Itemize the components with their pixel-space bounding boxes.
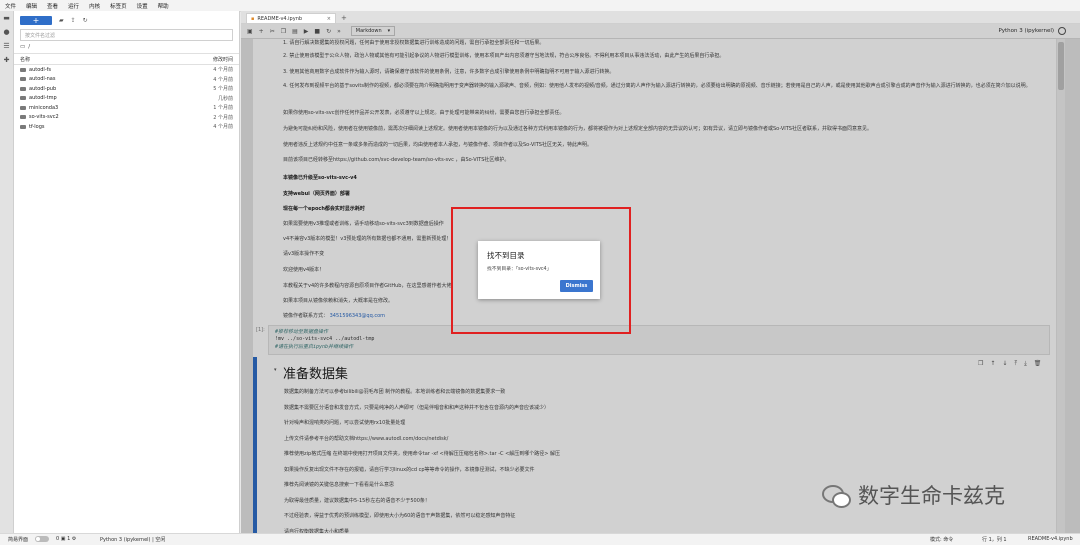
file-modified: 5 个月前: [213, 86, 233, 93]
file-list-item[interactable]: autodl-tmp 几秒前: [14, 94, 239, 104]
file-browser: + ▰ ⇪ ↻ 按文件名过滤 ▭ / 名称 修改时间 autodl-fs 4 个月…: [14, 11, 240, 533]
menu-item[interactable]: 运行: [63, 2, 84, 10]
file-list-item[interactable]: autodl-fs 4 个月前: [14, 65, 239, 75]
dismiss-button[interactable]: Dismiss: [560, 280, 593, 292]
folder-icon: [20, 67, 26, 72]
file-name: autodl-fs: [29, 66, 51, 73]
file-list: autodl-fs 4 个月前 autodl-nas 4 个月前 autodl-pub 5…: [14, 65, 239, 132]
file-name-cell: autodl-pub: [20, 86, 213, 92]
file-name: miniconda3: [29, 104, 59, 111]
status-bar: 简易界面 0 ▣ 1 ⚙ Python 3 (ipykernel) | 空闲 模…: [0, 533, 1080, 545]
tab-title: README-v4.ipynb: [257, 15, 303, 22]
kernel-status[interactable]: Python 3 (ipykernel) | 空闲: [100, 536, 165, 543]
menu-item[interactable]: 查看: [42, 2, 63, 10]
close-icon[interactable]: ×: [327, 16, 331, 22]
file-browser-toolbar: + ▰ ⇪ ↻: [14, 11, 239, 29]
terminal-count: 0 ▣ 1 ⚙: [56, 536, 77, 542]
mode-indicator: 模式: 命令: [930, 537, 954, 543]
folder-icon: [20, 124, 26, 129]
tab-bar: ▪ README-v4.ipynb × +: [241, 11, 1080, 24]
file-list-header: 名称 修改时间: [14, 53, 239, 65]
file-list-item[interactable]: autodl-nas 4 个月前: [14, 75, 239, 85]
commands-icon[interactable]: ☰: [0, 39, 13, 53]
current-file: README-v4.ipynb: [1028, 536, 1073, 542]
file-name-cell: autodl-fs: [20, 67, 213, 73]
file-name-cell: so-vits-svc2: [20, 114, 213, 120]
file-list-item[interactable]: miniconda3 1 个月前: [14, 103, 239, 113]
file-name-cell: tf-logs: [20, 124, 213, 130]
new-folder-icon[interactable]: ▰: [59, 17, 64, 24]
dialog-title: 找不到目录: [487, 251, 525, 260]
running-icon[interactable]: ●: [0, 25, 13, 39]
file-name: autodl-nas: [29, 76, 56, 83]
file-name: tf-logs: [29, 123, 45, 130]
file-name: autodl-pub: [29, 85, 57, 92]
breadcrumb[interactable]: ▭ /: [14, 41, 239, 53]
file-list-item[interactable]: autodl-pub 5 个月前: [14, 84, 239, 94]
add-tab-button[interactable]: +: [341, 14, 347, 22]
column-modified[interactable]: 修改时间: [213, 56, 233, 63]
cursor-position: 行 1，列 1: [982, 537, 1007, 543]
file-modified: 4 个月前: [213, 124, 233, 131]
file-list-item[interactable]: so-vits-svc2 2 个月前: [14, 113, 239, 123]
menu-item[interactable]: 内核: [84, 2, 105, 10]
menu-item[interactable]: 设置: [132, 2, 153, 10]
watermark: 数字生命卡兹克: [822, 480, 1005, 510]
watermark-text: 数字生命卡兹克: [858, 484, 1005, 508]
refresh-icon[interactable]: ↻: [83, 17, 88, 24]
file-name: autodl-tmp: [29, 95, 57, 102]
file-list-item[interactable]: tf-logs 4 个月前: [14, 122, 239, 132]
simple-mode-label: 简易界面: [8, 537, 29, 543]
breadcrumb-path[interactable]: /: [28, 44, 30, 50]
file-name-cell: miniconda3: [20, 105, 213, 111]
file-name-cell: autodl-tmp: [20, 95, 218, 101]
file-modified: 几秒前: [217, 95, 233, 102]
menu-item[interactable]: 文件: [0, 2, 21, 10]
file-modified: 4 个月前: [213, 76, 233, 83]
file-modified: 2 个月前: [213, 114, 233, 121]
new-launcher-button[interactable]: +: [20, 15, 52, 25]
tab-readme[interactable]: ▪ README-v4.ipynb ×: [246, 13, 336, 23]
extensions-icon[interactable]: ✚: [0, 53, 13, 67]
folder-icon: [20, 115, 26, 120]
file-modified: 1 个月前: [213, 105, 233, 112]
folder-icon: [20, 86, 26, 91]
menu-item[interactable]: 帮助: [153, 2, 174, 10]
file-name: so-vits-svc2: [29, 114, 59, 121]
folder-icon: [20, 96, 26, 101]
column-name[interactable]: 名称: [20, 56, 213, 63]
error-dialog: 找不到目录 找不到目录：「so-vits-svc4」 Dismiss: [478, 241, 600, 299]
activity-bar: ▬ ● ☰ ✚: [0, 11, 14, 533]
file-name-cell: autodl-nas: [20, 76, 213, 82]
modal-overlay[interactable]: [241, 24, 1080, 533]
folder-icon[interactable]: ▬: [0, 11, 13, 25]
menu-item[interactable]: 标签页: [105, 2, 132, 10]
upload-icon[interactable]: ⇪: [71, 17, 76, 24]
folder-icon: [20, 105, 26, 110]
notebook-icon: ▪: [251, 15, 255, 22]
simple-mode-toggle[interactable]: [35, 536, 49, 542]
dialog-message: 找不到目录：「so-vits-svc4」: [487, 267, 552, 272]
wechat-logo-icon: [822, 483, 851, 508]
folder-icon: ▭: [20, 44, 26, 50]
file-filter-input[interactable]: 按文件名过滤: [20, 29, 233, 41]
file-modified: 4 个月前: [213, 67, 233, 74]
folder-icon: [20, 77, 26, 82]
menu-item[interactable]: 编辑: [21, 2, 42, 10]
